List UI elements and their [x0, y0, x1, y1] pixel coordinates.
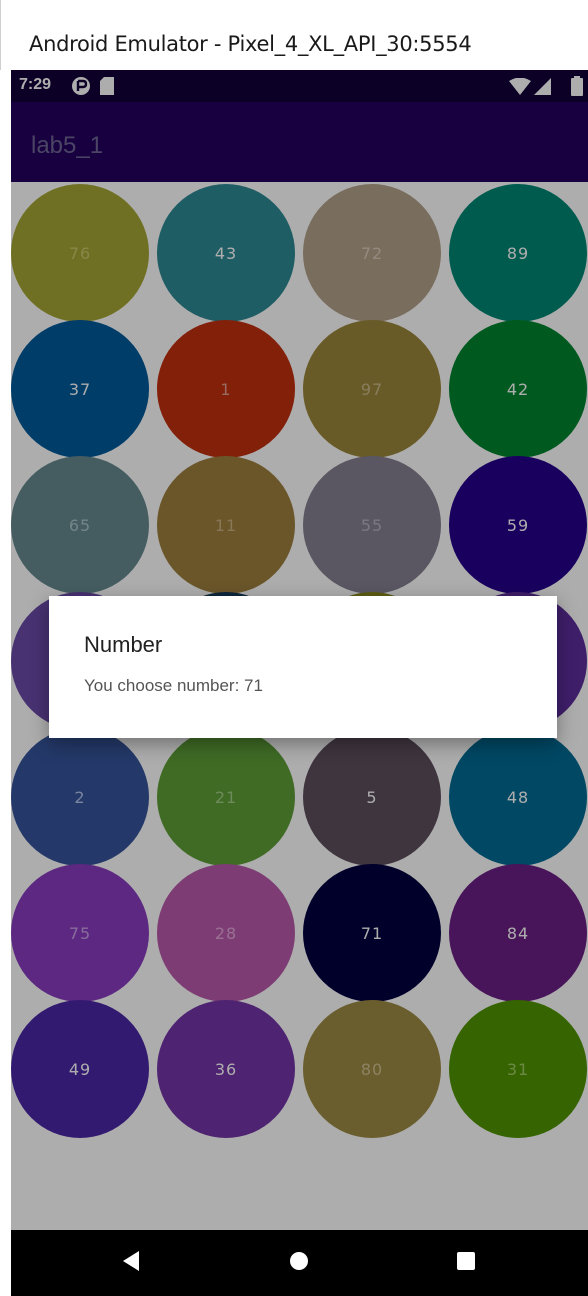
- window-title: Android Emulator - Pixel_4_XL_API_30:555…: [29, 32, 472, 56]
- navigation-bar: [11, 1230, 588, 1296]
- phone-screen: 7:29 lab5_1 76 43 72 89 37 1 97 42 65 11…: [11, 70, 588, 1296]
- back-icon: [121, 1250, 141, 1277]
- back-button[interactable]: [91, 1230, 171, 1296]
- home-icon: [289, 1251, 309, 1276]
- emulator-title-bar: Android Emulator - Pixel_4_XL_API_30:555…: [0, 0, 588, 70]
- dialog-message: You choose number: 71: [84, 676, 263, 695]
- recents-button[interactable]: [426, 1230, 506, 1296]
- home-button[interactable]: [259, 1230, 339, 1296]
- number-dialog: Number You choose number: 71: [49, 596, 557, 738]
- recents-icon: [456, 1251, 476, 1276]
- dialog-title: Number: [84, 632, 163, 657]
